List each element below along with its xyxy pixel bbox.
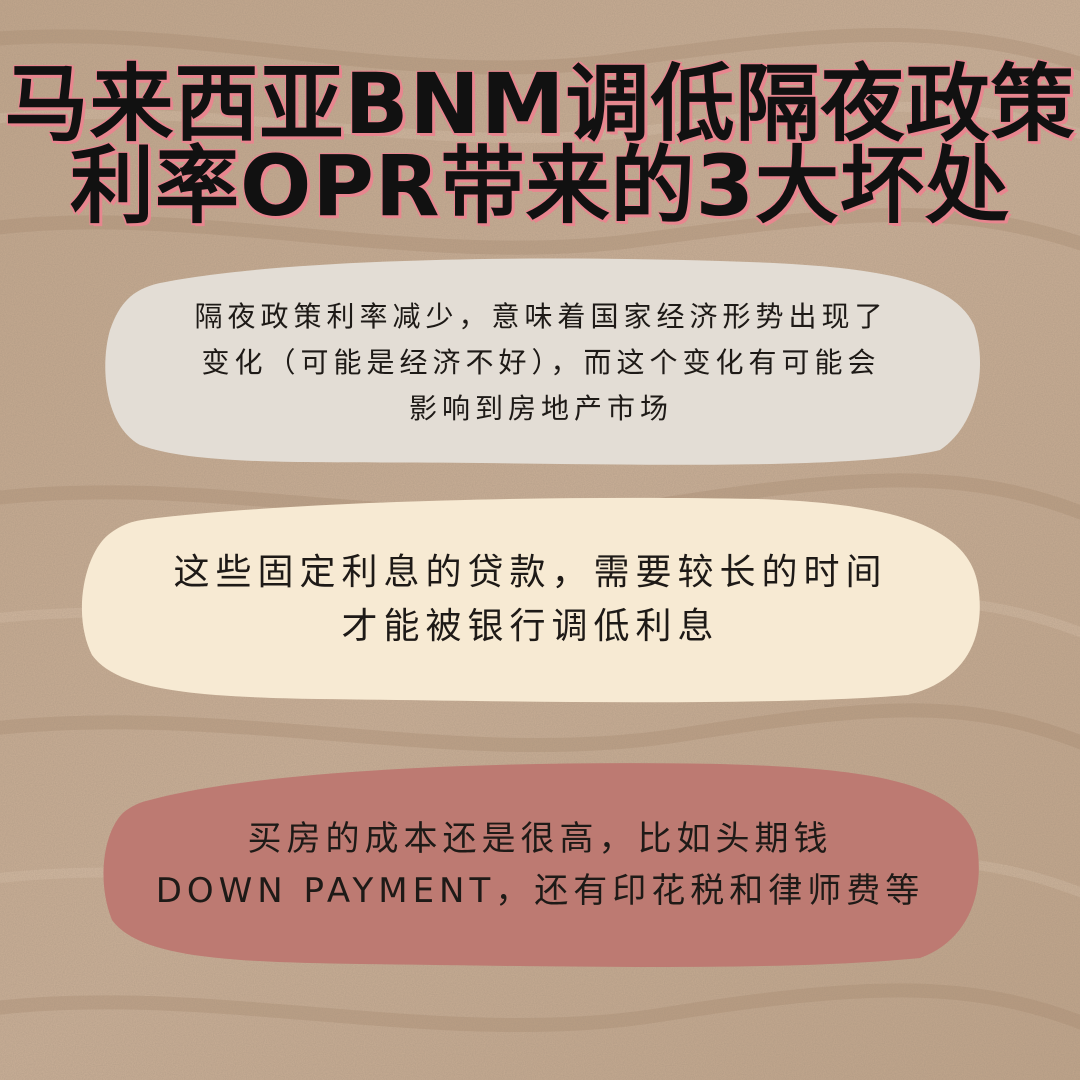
point-3-line-1: 买房的成本还是很高，比如头期钱	[247, 819, 833, 859]
point-2-line-1: 这些固定利息的贷款，需要较长的时间	[173, 552, 888, 593]
point-1-line-3: 影响到房地产市场	[408, 391, 673, 425]
point-1-line-2: 变化（可能是经济不好），而这个变化有可能会	[201, 345, 881, 379]
point-2-line-2: 才能被银行调低利息	[341, 606, 720, 647]
title-line-2: 利率OPR带来的3大坏处	[69, 137, 1011, 235]
point-1-line-1: 隔夜政策利率减少，意味着国家经济形势出现了	[194, 299, 888, 333]
point-bubble-2: 这些固定利息的贷款，需要较长的时间 才能被银行调低利息	[78, 495, 983, 705]
point-text-1: 隔夜政策利率减少，意味着国家经济形势出现了 变化（可能是经济不好），而这个变化有…	[100, 255, 982, 470]
point-text-3: 买房的成本还是很高，比如头期钱 DOWN PAYMENT，还有印花税和律师费等	[100, 760, 980, 970]
point-bubble-3: 买房的成本还是很高，比如头期钱 DOWN PAYMENT，还有印花税和律师费等	[100, 760, 980, 970]
point-3-line-2: DOWN PAYMENT，还有印花税和律师费等	[155, 871, 925, 911]
point-text-2: 这些固定利息的贷款，需要较长的时间 才能被银行调低利息	[78, 495, 983, 705]
point-bubble-1: 隔夜政策利率减少，意味着国家经济形势出现了 变化（可能是经济不好），而这个变化有…	[100, 255, 982, 470]
